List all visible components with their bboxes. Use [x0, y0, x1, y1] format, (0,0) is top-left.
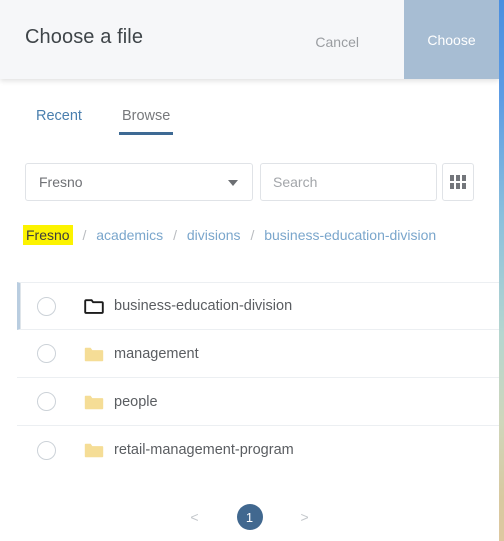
breadcrumb-item-business-education-division[interactable]: business-education-division	[264, 227, 436, 243]
filter-row: Fresno	[25, 163, 474, 201]
folder-icon	[84, 346, 104, 362]
table-row[interactable]: people	[17, 378, 499, 426]
pagination: < 1 >	[0, 504, 499, 530]
site-select-value: Fresno	[39, 174, 83, 190]
choose-button[interactable]: Choose	[404, 0, 499, 79]
radio-button[interactable]	[37, 296, 56, 316]
grid-icon	[450, 175, 466, 189]
breadcrumb-separator: /	[173, 227, 177, 243]
pagination-page-1[interactable]: 1	[236, 504, 263, 530]
tab-bar: Recent Browse	[36, 108, 174, 135]
table-row[interactable]: business-education-division	[17, 282, 499, 330]
breadcrumb-item-fresno[interactable]: Fresno	[23, 225, 73, 245]
radio-button[interactable]	[37, 440, 56, 460]
folder-icon	[84, 442, 104, 458]
breadcrumb-item-academics[interactable]: academics	[96, 227, 163, 243]
file-name: business-education-division	[114, 298, 293, 314]
site-select[interactable]: Fresno	[25, 163, 253, 201]
dialog-body: Recent Browse Fresno Fresno / academics …	[0, 79, 499, 541]
table-row[interactable]: management	[17, 330, 499, 378]
right-edge-gradient-strip	[499, 0, 504, 541]
pagination-prev-button[interactable]: <	[184, 506, 204, 528]
folder-open-outline-icon	[84, 298, 104, 314]
dialog-header: Choose a file Cancel Choose	[0, 0, 499, 79]
radio-button[interactable]	[37, 344, 56, 363]
search-input[interactable]	[260, 163, 437, 201]
pagination-next-button[interactable]: >	[295, 506, 315, 528]
breadcrumb-item-divisions[interactable]: divisions	[187, 227, 241, 243]
file-name: retail-management-program	[114, 442, 294, 458]
page-title: Choose a file	[25, 26, 144, 48]
file-list: business-education-division management p…	[17, 282, 499, 474]
tab-recent[interactable]: Recent	[36, 108, 82, 135]
radio-button[interactable]	[37, 392, 56, 411]
file-name: management	[114, 345, 199, 362]
folder-icon	[84, 394, 104, 410]
cancel-button[interactable]: Cancel	[313, 30, 361, 54]
breadcrumb-separator: /	[250, 227, 255, 243]
table-row[interactable]: retail-management-program	[17, 426, 499, 474]
grid-view-button[interactable]	[442, 163, 474, 201]
tab-browse[interactable]: Browse	[118, 108, 174, 135]
file-name: people	[114, 393, 158, 410]
chevron-down-icon	[228, 180, 238, 186]
breadcrumb-separator: /	[82, 227, 87, 243]
breadcrumb: Fresno / academics / divisions / busines…	[23, 225, 481, 245]
